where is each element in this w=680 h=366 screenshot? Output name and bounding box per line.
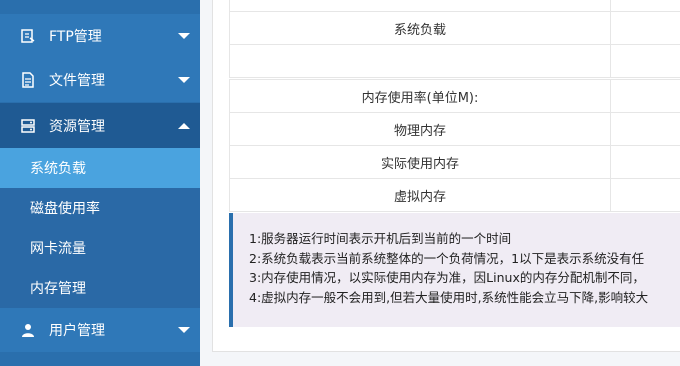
menu-files-label: 文件管理	[49, 73, 105, 89]
system-load-label: 系统负载	[229, 11, 611, 45]
ftp-icon	[21, 29, 35, 43]
chevron-down-icon	[178, 327, 190, 333]
table-cell	[229, 44, 611, 78]
sidebar: FTP管理 文件管理 资源管理 系统负载 磁盘使用率 网卡流量 内存管理 用户管…	[0, 0, 200, 366]
table-row: 虚拟内存	[229, 178, 680, 212]
submenu-disk-usage[interactable]: 磁盘使用率	[0, 188, 200, 228]
menu-ftp[interactable]: FTP管理	[0, 14, 200, 58]
used-memory-label: 实际使用内存	[229, 145, 611, 179]
note-line: 4:虚拟内存一般不会用到,但若大量使用时,系统性能会立马下降,影响较大	[249, 289, 649, 305]
submenu-network-traffic[interactable]: 网卡流量	[0, 228, 200, 268]
system-load-value	[609, 11, 680, 45]
menu-users-label: 用户管理	[49, 323, 105, 339]
file-icon	[22, 72, 34, 88]
chevron-up-icon	[178, 122, 190, 129]
table-row: 内存使用率(单位M):	[229, 79, 680, 113]
submenu-memory-management-label: 内存管理	[30, 281, 86, 297]
chevron-down-icon	[178, 33, 190, 39]
note-line: 2:系统负载表示当前系统整体的一个负荷情况，1以下是表示系统没有任	[249, 250, 645, 266]
resource-panel: 系统负载 内存使用率(单位M): 物理内存 实际使用内存 虚拟内存 1:服务器运…	[212, 0, 680, 352]
main-content: 系统负载 内存使用率(单位M): 物理内存 实际使用内存 虚拟内存 1:服务器运…	[200, 0, 680, 366]
note-line: 3:内存使用情况，以实际使用内存为准，因Linux的内存分配机制不同，	[249, 270, 645, 285]
memory-table: 内存使用率(单位M): 物理内存 实际使用内存 虚拟内存	[229, 79, 680, 212]
table-cell	[610, 79, 680, 113]
table-row: 系统负载	[229, 11, 680, 45]
physical-memory-label: 物理内存	[229, 112, 611, 146]
user-icon	[22, 324, 34, 337]
virtual-memory-value	[610, 178, 680, 212]
submenu-system-load[interactable]: 系统负载	[0, 148, 200, 188]
table-cell	[609, 0, 680, 12]
table-row: 物理内存	[229, 112, 680, 146]
chevron-down-icon	[178, 77, 190, 83]
table-row	[229, 0, 680, 12]
menu-users[interactable]: 用户管理	[0, 308, 200, 352]
table-cell	[609, 44, 680, 78]
physical-memory-value	[610, 112, 680, 146]
menu-files[interactable]: 文件管理	[0, 58, 200, 102]
menu-ftp-label: FTP管理	[49, 29, 102, 45]
note-line: 1:服务器运行时间表示开机后到当前的一个时间	[249, 231, 512, 246]
notes-box: 1:服务器运行时间表示开机后到当前的一个时间 2:系统负载表示当前系统整体的一个…	[229, 213, 680, 327]
table-cell	[229, 0, 611, 12]
submenu-system-load-label: 系统负载	[30, 161, 86, 177]
system-load-table: 系统负载	[229, 0, 680, 78]
table-row	[229, 44, 680, 78]
submenu-memory-management[interactable]: 内存管理	[0, 268, 200, 308]
server-icon	[21, 118, 35, 133]
submenu-network-traffic-label: 网卡流量	[30, 241, 86, 257]
memory-header: 内存使用率(单位M):	[229, 79, 611, 113]
virtual-memory-label: 虚拟内存	[229, 178, 611, 212]
submenu-disk-usage-label: 磁盘使用率	[30, 201, 100, 217]
menu-resources-label: 资源管理	[49, 118, 105, 135]
menu-resources[interactable]: 资源管理	[0, 103, 200, 148]
used-memory-value	[610, 145, 680, 179]
table-row: 实际使用内存	[229, 145, 680, 179]
